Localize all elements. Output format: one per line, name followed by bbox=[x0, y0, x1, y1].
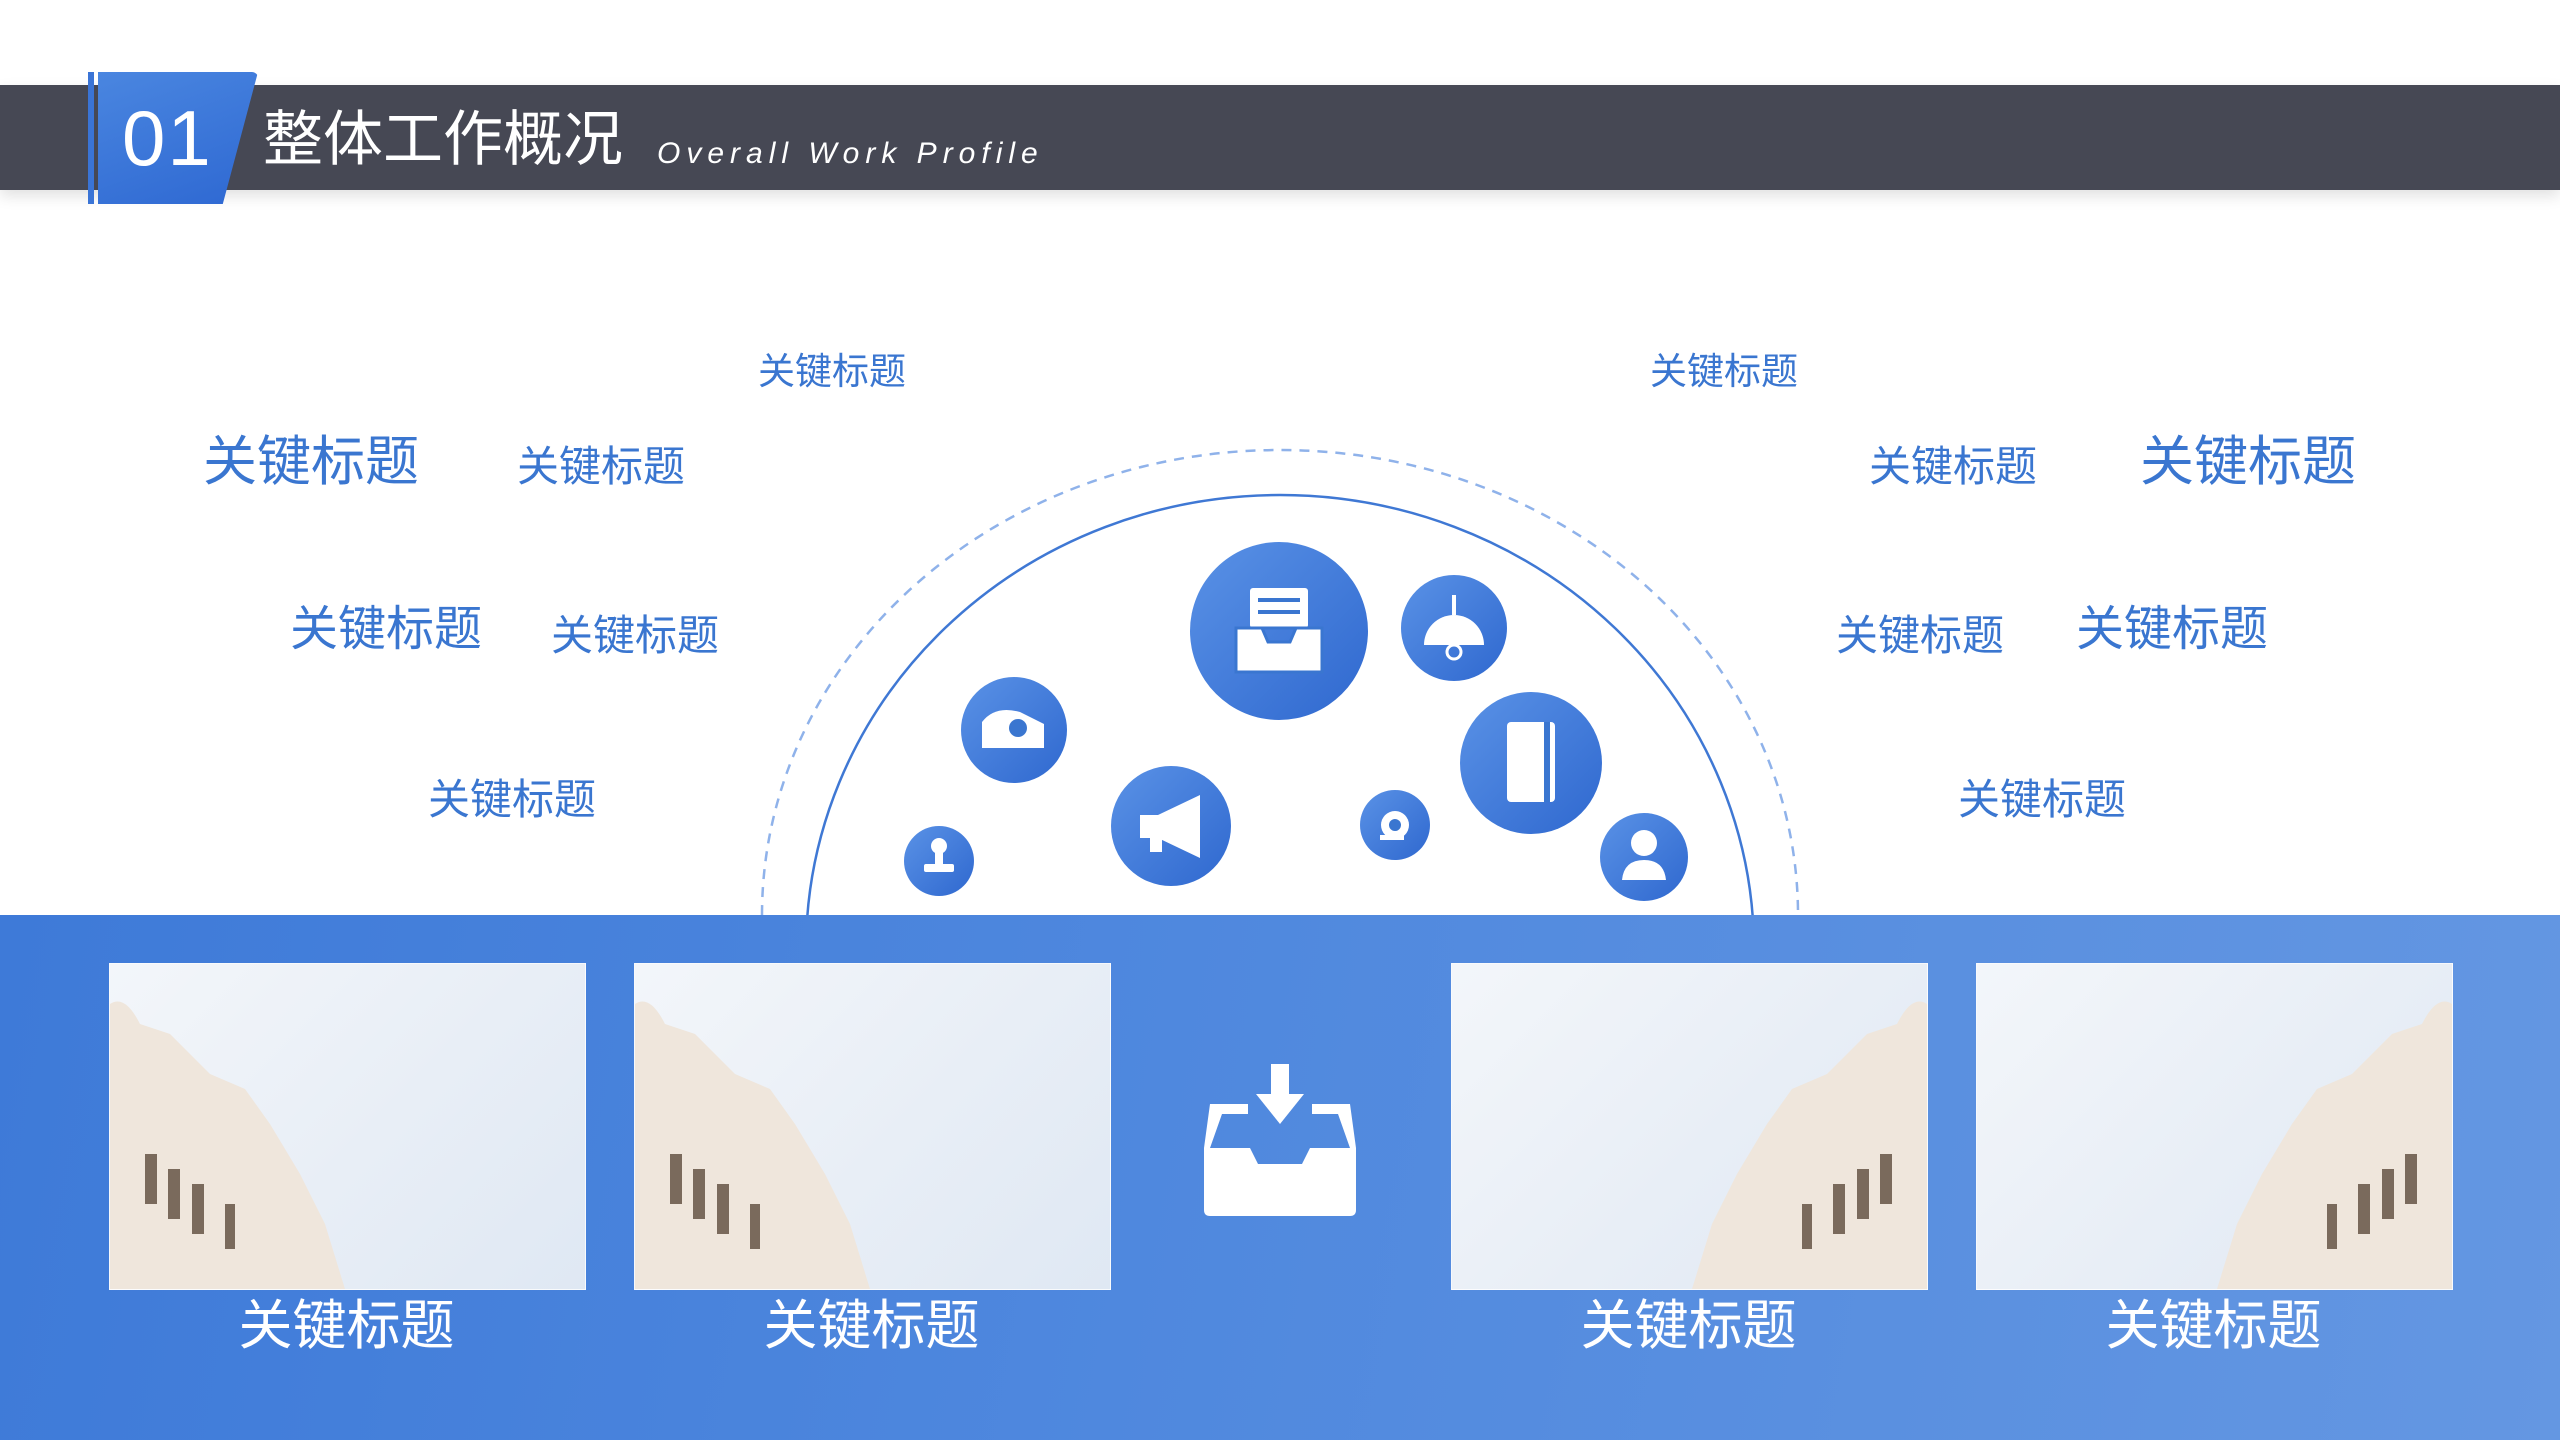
tape-roll-icon bbox=[1360, 790, 1430, 860]
building-image bbox=[1692, 1001, 1927, 1289]
card-caption-1: 关键标题 bbox=[238, 1294, 455, 1357]
stamp-icon bbox=[904, 826, 974, 896]
download-tray-icon bbox=[1204, 1064, 1356, 1216]
tape-dispenser-icon bbox=[961, 677, 1067, 783]
photo-card-2 bbox=[634, 963, 1111, 1290]
card-caption-4: 关键标题 bbox=[2105, 1294, 2322, 1357]
photo-card-3 bbox=[1451, 963, 1928, 1290]
keyword-right-1: 关键标题 bbox=[1650, 350, 1798, 393]
keyword-right-5: 关键标题 bbox=[2076, 601, 2269, 657]
keyword-left-1: 关键标题 bbox=[758, 350, 906, 393]
keyword-left-4: 关键标题 bbox=[290, 601, 483, 657]
photo-card-1 bbox=[109, 963, 586, 1290]
person-icon bbox=[1600, 813, 1688, 901]
keyword-left-6: 关键标题 bbox=[428, 775, 597, 824]
keyword-right-2: 关键标题 bbox=[1869, 442, 2038, 491]
building-image bbox=[635, 1001, 870, 1289]
keyword-right-6: 关键标题 bbox=[1958, 775, 2127, 824]
building-image bbox=[2217, 1001, 2452, 1289]
photo-card-4 bbox=[1976, 963, 2453, 1290]
card-caption-3: 关键标题 bbox=[1580, 1294, 1797, 1357]
notebook-icon bbox=[1460, 692, 1602, 834]
building-image bbox=[110, 1001, 345, 1289]
pendant-lamp-icon bbox=[1401, 575, 1507, 681]
keyword-right-3: 关键标题 bbox=[2140, 430, 2356, 493]
keyword-left-2: 关键标题 bbox=[203, 430, 419, 493]
megaphone-icon bbox=[1111, 766, 1231, 886]
keyword-right-4: 关键标题 bbox=[1836, 611, 2005, 660]
card-caption-2: 关键标题 bbox=[763, 1294, 980, 1357]
keyword-left-5: 关键标题 bbox=[551, 611, 720, 660]
keyword-left-3: 关键标题 bbox=[517, 442, 686, 491]
inbox-tray-icon bbox=[1190, 542, 1368, 720]
